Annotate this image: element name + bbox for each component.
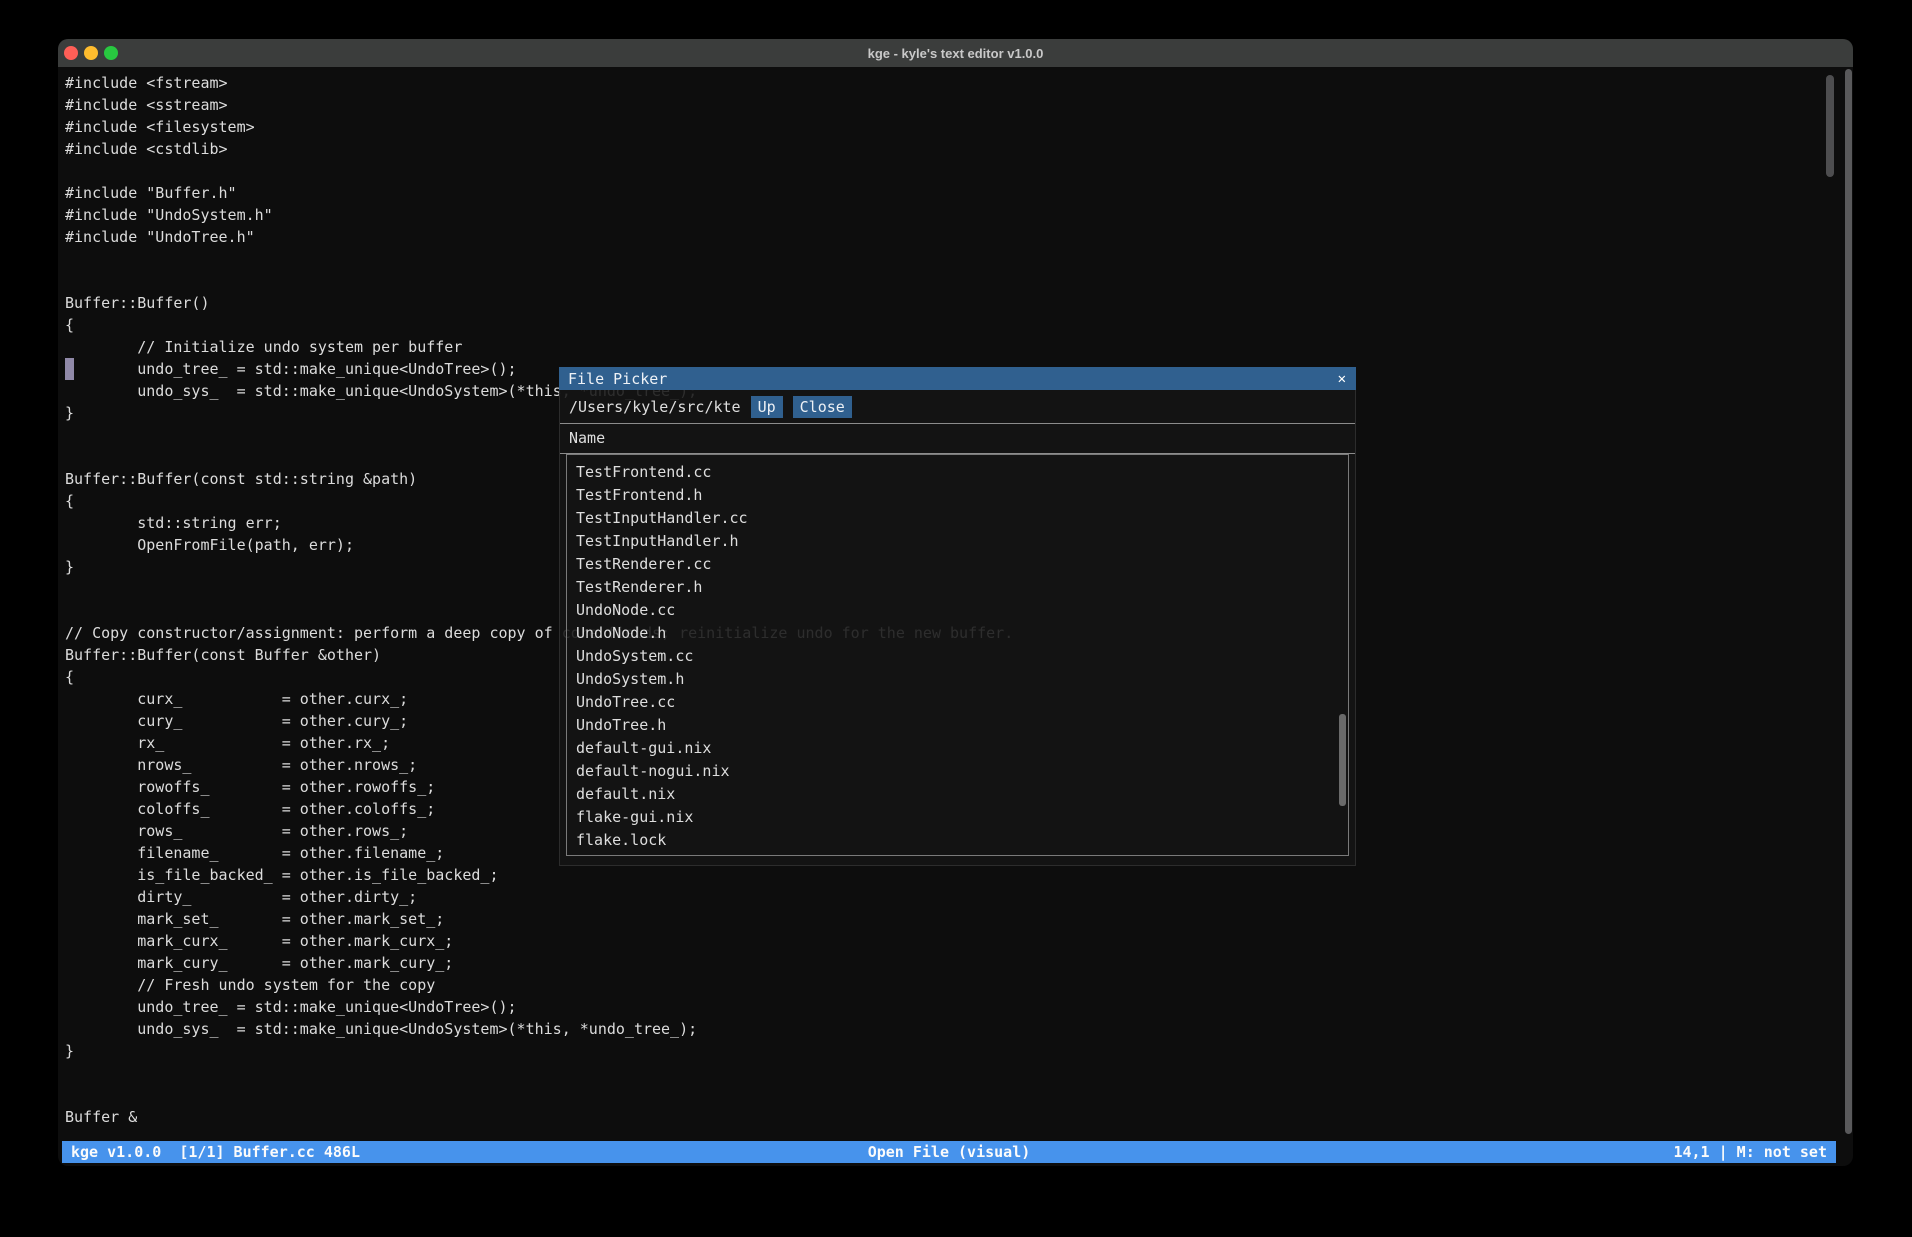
status-mode: Open File (visual) [62,1143,1836,1161]
code-line: is_file_backed_ = other.is_file_backed_; [65,864,1013,886]
code-line: #include <sstream> [65,94,1013,116]
code-line: #include "Buffer.h" [65,182,1013,204]
code-line [65,1062,1013,1084]
list-item[interactable]: UndoNode.cc [576,599,1348,622]
file-picker-title: File Picker [568,370,1338,388]
list-item[interactable]: default-nogui.nix [576,760,1348,783]
code-line: } [65,1040,1013,1062]
dialog-close-icon[interactable]: ✕ [1338,371,1346,387]
code-line: mark_set_ = other.mark_set_; [65,908,1013,930]
list-item[interactable]: UndoSystem.cc [576,645,1348,668]
code-line [65,270,1013,292]
file-list-scrollbar-thumb[interactable] [1339,714,1346,806]
list-item[interactable]: TestRenderer.h [576,576,1348,599]
code-line: // Initialize undo system per buffer [65,336,1013,358]
window-scrollbar[interactable] [1845,69,1852,1134]
list-item[interactable]: default-gui.nix [576,737,1348,760]
code-line: dirty_ = other.dirty_; [65,886,1013,908]
list-item[interactable]: TestInputHandler.cc [576,507,1348,530]
up-button[interactable]: Up [751,396,783,418]
list-item[interactable]: UndoTree.h [576,714,1348,737]
list-item[interactable]: TestFrontend.cc [576,461,1348,484]
code-line [65,160,1013,182]
close-button[interactable]: Close [793,396,852,418]
list-item[interactable]: TestInputHandler.h [576,530,1348,553]
file-picker-titlebar[interactable]: File Picker ✕ [559,367,1356,390]
path-row: /Users/kyle/src/kte Up Close [560,390,1355,423]
text-cursor [65,358,74,380]
code-line: #include "UndoTree.h" [65,226,1013,248]
name-column-header: Name [560,424,1355,453]
code-line: { [65,314,1013,336]
list-item[interactable]: TestRenderer.cc [576,553,1348,576]
status-cursor-info: 14,1 | M: not set [1673,1143,1827,1161]
window-titlebar[interactable]: kge - kyle's text editor v1.0.0 [58,39,1853,67]
list-item[interactable]: UndoTree.cc [576,691,1348,714]
list-item[interactable]: TestFrontend.h [576,484,1348,507]
file-picker-body: /Users/kyle/src/kte Up Close Name TestFr… [559,390,1356,866]
code-line: mark_curx_ = other.mark_curx_; [65,930,1013,952]
code-line: mark_cury_ = other.mark_cury_; [65,952,1013,974]
window-title: kge - kyle's text editor v1.0.0 [58,46,1853,61]
file-picker-dialog: File Picker ✕ /Users/kyle/src/kte Up Clo… [559,367,1356,866]
current-path: /Users/kyle/src/kte [569,398,741,416]
editor-scrollbar-thumb[interactable] [1826,75,1834,177]
code-line: #include <cstdlib> [65,138,1013,160]
code-line: // Fresh undo system for the copy [65,974,1013,996]
code-line: #include <filesystem> [65,116,1013,138]
code-line [65,1084,1013,1106]
list-item[interactable]: flake-gui.nix [576,806,1348,829]
code-line: undo_sys_ = std::make_unique<UndoSystem>… [65,1018,1013,1040]
code-line [65,248,1013,270]
file-list[interactable]: TestFrontend.ccTestFrontend.hTestInputHa… [566,454,1349,856]
list-item[interactable]: flake.lock [576,829,1348,852]
code-line: #include <fstream> [65,72,1013,94]
code-line: #include "UndoSystem.h" [65,204,1013,226]
code-line: undo_tree_ = std::make_unique<UndoTree>(… [65,996,1013,1018]
code-line: Buffer::Buffer() [65,292,1013,314]
list-item[interactable]: UndoSystem.h [576,668,1348,691]
list-item[interactable]: flake.nix [576,852,1348,856]
status-bar: kge v1.0.0 [1/1] Buffer.cc 486L Open Fil… [62,1141,1836,1163]
code-line: Buffer & [65,1106,1013,1128]
list-item[interactable]: UndoNode.h [576,622,1348,645]
editor-window: kge - kyle's text editor v1.0.0 #include… [58,39,1853,1166]
list-item[interactable]: default.nix [576,783,1348,806]
